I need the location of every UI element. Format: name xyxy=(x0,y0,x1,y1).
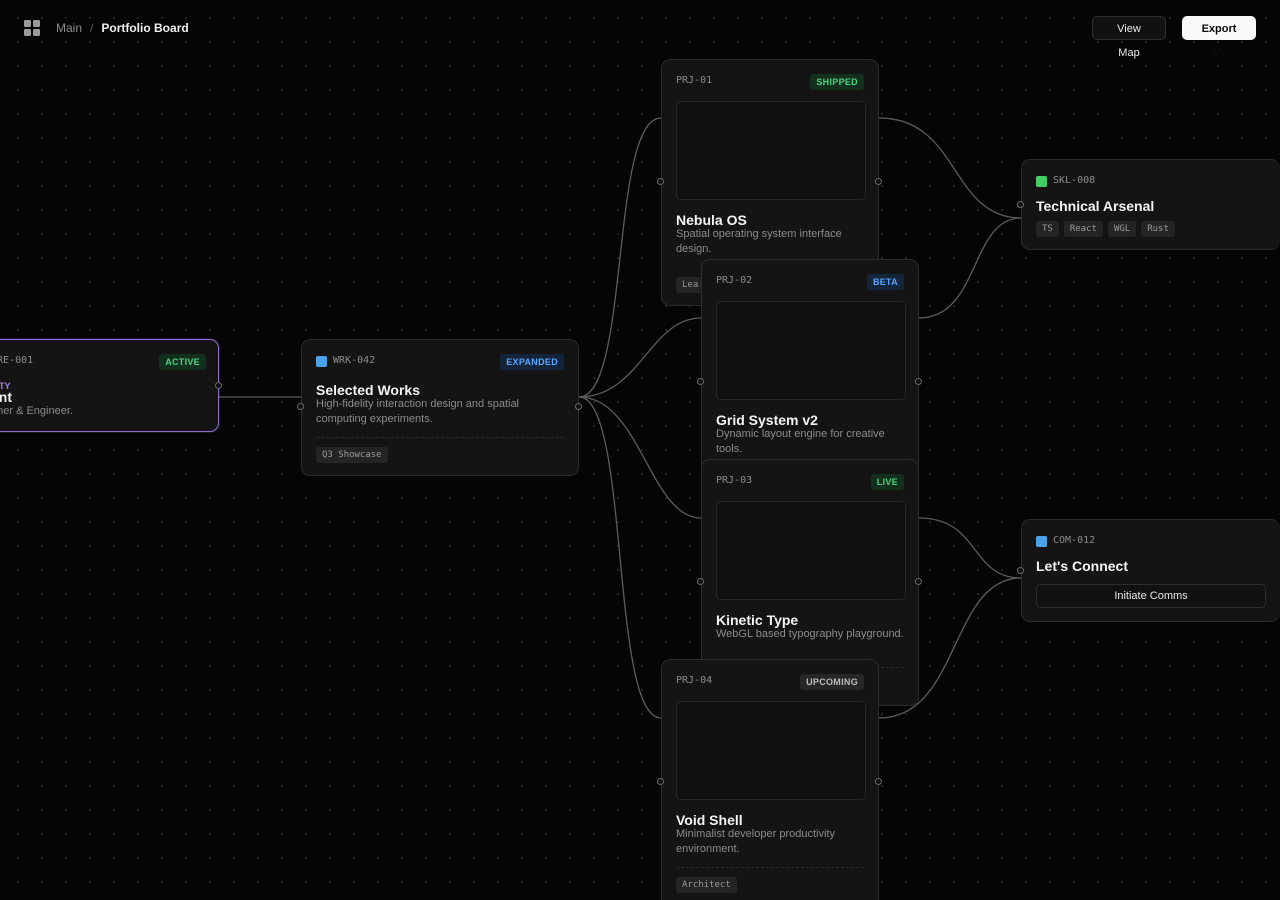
port-core-out[interactable] xyxy=(215,382,222,389)
node-lets-connect[interactable]: COM-012 Let's Connect Initiate Comms xyxy=(1021,519,1280,622)
tag: Architect xyxy=(676,877,737,893)
node-desc: Dynamic layout engine for creative tools… xyxy=(716,428,885,455)
node-id-text: WRK-042 xyxy=(333,355,376,366)
status-badge: BETA xyxy=(866,274,904,290)
breadcrumb-main[interactable]: Main xyxy=(56,20,82,36)
blue-square-icon xyxy=(1036,535,1047,547)
grid-icon[interactable] xyxy=(24,20,40,36)
green-square-icon xyxy=(1036,175,1047,187)
tag-row: Architect xyxy=(676,877,737,893)
wire-prj03-connect xyxy=(918,517,1022,579)
port-prj01-out[interactable] xyxy=(875,178,882,185)
breadcrumb-separator: / xyxy=(90,21,94,35)
node-core-identity[interactable]: ORE-001 ACTIVE TITY ant gner & Engineer. xyxy=(0,339,219,432)
breadcrumb-current: Portfolio Board xyxy=(101,21,189,35)
port-prj03-in[interactable] xyxy=(697,578,704,585)
node-project-void-shell[interactable]: PRJ-04 UPCOMING Void Shell Minimalist de… xyxy=(661,659,879,900)
connection-wires xyxy=(219,117,1022,719)
node-title: Technical Arsenal xyxy=(1036,198,1155,214)
port-works-out[interactable] xyxy=(575,403,582,410)
status-badge: EXPANDED xyxy=(500,354,564,370)
node-technical-arsenal[interactable]: SKL-008 Technical Arsenal TS React WGL R… xyxy=(1021,159,1280,250)
wire-works-prj02 xyxy=(578,317,702,398)
project-thumbnail xyxy=(676,101,866,200)
skill-tag: React xyxy=(1063,221,1103,237)
status-badge: UPCOMING xyxy=(800,674,864,690)
tag: Q3 Showcase xyxy=(316,447,388,463)
wire-prj01-skills xyxy=(878,117,1022,219)
status-badge: ACTIVE xyxy=(159,354,206,370)
divider xyxy=(676,867,864,868)
port-prj02-in[interactable] xyxy=(697,378,704,385)
project-thumbnail xyxy=(716,301,906,400)
project-thumbnail xyxy=(716,501,906,600)
node-id: WRK-042 xyxy=(316,354,375,368)
breadcrumb: Main / Portfolio Board xyxy=(56,20,189,36)
blue-square-icon xyxy=(316,355,327,367)
status-badge: SHIPPED xyxy=(810,74,864,90)
node-desc: Spatial operating system interface desig… xyxy=(676,228,842,255)
node-id: SKL-008 xyxy=(1036,174,1095,188)
divider xyxy=(316,437,564,438)
node-id: COM-012 xyxy=(1036,534,1095,548)
skill-tag: TS xyxy=(1036,221,1059,237)
node-id: PRJ-02 xyxy=(716,275,753,286)
board-canvas[interactable]: Main / Portfolio Board View Map Export C… xyxy=(0,0,1280,900)
wire-prj02-skills xyxy=(918,217,1022,319)
skill-tag: Rust xyxy=(1141,221,1175,237)
node-id: PRJ-01 xyxy=(676,75,713,86)
project-thumbnail xyxy=(676,701,866,800)
tag-row: Q3 Showcase xyxy=(316,447,388,463)
node-id: PRJ-04 xyxy=(676,675,713,686)
port-prj04-in[interactable] xyxy=(657,778,664,785)
port-prj04-out[interactable] xyxy=(875,778,882,785)
node-id-text: SKL-008 xyxy=(1053,175,1096,186)
status-badge: LIVE xyxy=(870,474,904,490)
view-map-button[interactable]: View Map xyxy=(1092,16,1166,59)
node-desc: WebGL based typography playground. xyxy=(716,628,904,640)
port-prj01-in[interactable] xyxy=(657,178,664,185)
initiate-comms-button[interactable]: Initiate Comms xyxy=(1036,584,1266,608)
node-desc: gner & Engineer. xyxy=(0,405,73,417)
node-desc: High-fidelity interaction design and spa… xyxy=(316,398,520,425)
port-skills-in[interactable] xyxy=(1017,201,1024,208)
node-title: Let's Connect xyxy=(1036,558,1129,574)
skill-tag: WGL xyxy=(1107,221,1137,237)
port-prj02-out[interactable] xyxy=(915,378,922,385)
node-id: PRJ-03 xyxy=(716,475,753,486)
node-desc: Minimalist developer productivity enviro… xyxy=(676,828,835,855)
port-prj03-out[interactable] xyxy=(915,578,922,585)
wire-works-prj04 xyxy=(578,396,662,719)
node-id: ORE-001 xyxy=(0,355,34,366)
node-id-text: COM-012 xyxy=(1053,535,1096,546)
export-cv-button[interactable]: Export CV xyxy=(1182,16,1256,59)
port-works-in[interactable] xyxy=(297,403,304,410)
port-connect-in[interactable] xyxy=(1017,567,1024,574)
wire-works-prj01 xyxy=(578,117,662,398)
top-bar: Main / Portfolio Board View Map Export C… xyxy=(0,0,1280,59)
skill-tag-row: TS React WGL Rust xyxy=(1036,221,1175,237)
node-selected-works[interactable]: WRK-042 EXPANDED Selected Works High-fid… xyxy=(301,339,579,476)
